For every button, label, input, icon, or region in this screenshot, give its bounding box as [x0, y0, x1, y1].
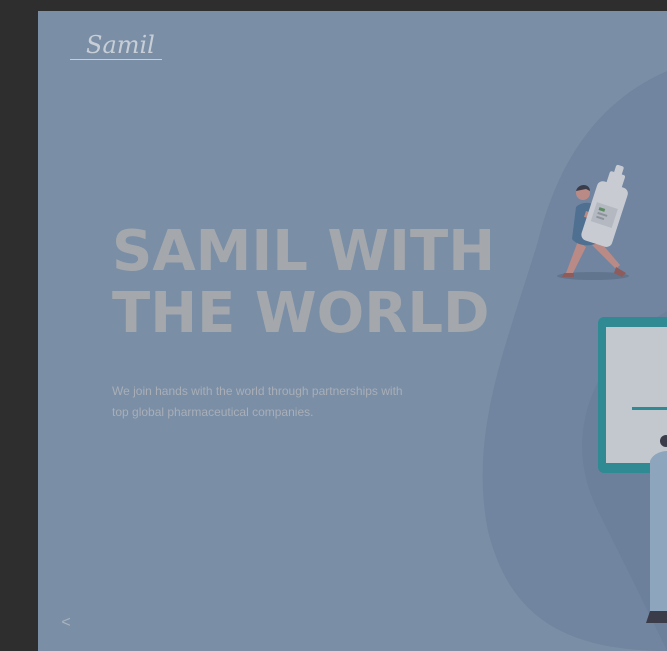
- woman-carrying-bottle-figure: [557, 164, 629, 280]
- hero-section: Samil SAMIL WITH THE WORLD We join hands…: [38, 11, 667, 651]
- carousel-prev-button[interactable]: <: [58, 613, 74, 633]
- chevron-left-icon: <: [61, 614, 71, 631]
- pharma-illustration: [557, 164, 667, 623]
- monitor-screen-illustration: [598, 317, 667, 473]
